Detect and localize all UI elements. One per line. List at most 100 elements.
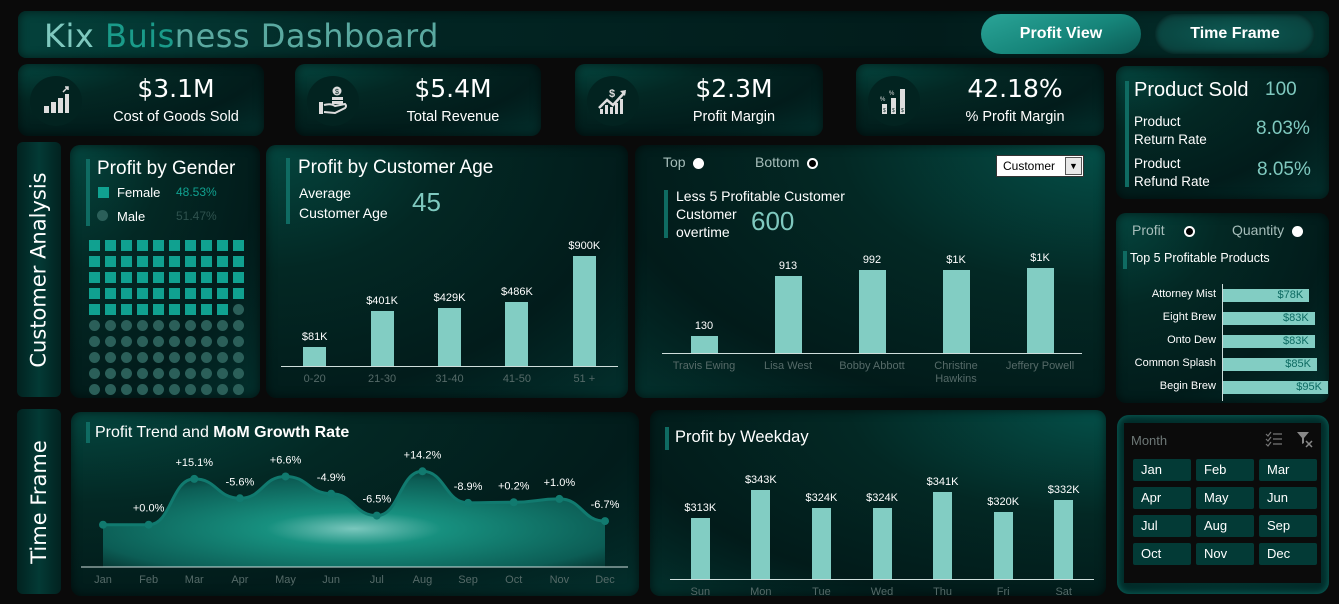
female-square [200, 287, 212, 299]
trend-point [418, 467, 427, 476]
label-line: Product [1134, 114, 1181, 129]
bar [751, 490, 771, 579]
male-dot [88, 319, 100, 331]
svg-text:$: $ [609, 88, 615, 100]
waffle-cell [118, 333, 134, 349]
waffle-cell [214, 333, 230, 349]
growth-rate-label: -4.9% [317, 472, 346, 484]
product-summary-card: Product Sold 100 Product Return Rate 8.03… [1116, 66, 1329, 199]
male-dot [88, 367, 100, 379]
female-square [120, 239, 132, 251]
waffle-cell [134, 349, 150, 365]
bar-value-label: $429K [433, 292, 466, 305]
month-button-feb[interactable]: Feb [1196, 459, 1254, 481]
female-square [120, 303, 132, 315]
clear-filter-icon[interactable] [1296, 431, 1314, 453]
month-button-jan[interactable]: Jan [1133, 459, 1191, 481]
male-dot [152, 383, 164, 395]
waffle-cell [230, 317, 246, 333]
month-button-oct[interactable]: Oct [1133, 543, 1191, 565]
male-dot [88, 351, 100, 363]
waffle-cell [230, 349, 246, 365]
bar-value-label: $1K [946, 253, 966, 266]
bar: $95K [1223, 381, 1328, 394]
male-dot [232, 367, 244, 379]
bar-value-label: $324K [866, 491, 898, 504]
multi-select-icon[interactable] [1265, 431, 1283, 452]
y-tick-label: Attorney Mist [1151, 288, 1216, 300]
female-square [136, 255, 148, 267]
month-button-nov[interactable]: Nov [1196, 543, 1254, 565]
x-tick-label: Sep [458, 574, 478, 586]
x-tick-label: Jan [94, 574, 112, 586]
month-button-jun[interactable]: Jun [1259, 487, 1317, 509]
waffle-cell [182, 381, 198, 397]
bar [690, 336, 718, 353]
kpi-label: % Profit Margin [965, 109, 1065, 125]
male-dot [184, 351, 196, 363]
refund-rate-value: 8.05% [1257, 159, 1311, 180]
month-button-mar[interactable]: Mar [1259, 459, 1317, 481]
month-button-apr[interactable]: Apr [1133, 487, 1191, 509]
age-panel: Profit by Customer Age Average Customer A… [266, 145, 628, 398]
female-square [184, 271, 196, 283]
time-frame-button[interactable]: Time Frame [1155, 14, 1315, 54]
waffle-cell [166, 285, 182, 301]
waffle-cell [134, 365, 150, 381]
waffle-cell [198, 269, 214, 285]
month-button-may[interactable]: May [1196, 487, 1254, 509]
female-square [120, 287, 132, 299]
x-tick-label: Christine Hawkins [934, 360, 978, 385]
month-button-jul[interactable]: Jul [1133, 515, 1191, 537]
trend-point [327, 489, 336, 498]
female-square [216, 255, 228, 267]
female-square [232, 255, 244, 267]
waffle-cell [86, 333, 102, 349]
bar-value-label: $324K [805, 491, 838, 504]
waffle-cell [150, 253, 166, 269]
side-label-text: Time Frame [27, 439, 51, 564]
weekday-bar-chart: $313K Sun $343K Mon $324K Tue $324K Wed $341K Thu… [650, 410, 1106, 598]
male-dot [232, 303, 244, 315]
female-square [168, 255, 180, 267]
month-slicer: Month Jan Feb Mar Apr May Jun Jul Aug Sep Oct Nov D… [1117, 415, 1329, 594]
male-dot [88, 335, 100, 347]
refund-rate-label: Product Refund Rate [1134, 155, 1210, 191]
trend-point [509, 498, 518, 507]
waffle-cell [214, 253, 230, 269]
x-tick-label: May [275, 574, 296, 586]
customer-panel: Top Bottom Customer ▼ Less 5 Profitable C… [635, 145, 1105, 398]
month-button-aug[interactable]: Aug [1196, 515, 1254, 537]
waffle-cell [134, 301, 150, 317]
male-dot [168, 335, 180, 347]
male-dot [216, 319, 228, 331]
waffle-cell [118, 317, 134, 333]
female-square [200, 239, 212, 251]
female-square [104, 239, 116, 251]
female-square [168, 239, 180, 251]
month-button-dec[interactable]: Dec [1259, 543, 1317, 565]
x-tick-label: Jeffery Powell [1005, 360, 1075, 372]
female-square [184, 303, 196, 315]
female-square [152, 239, 164, 251]
profit-view-button[interactable]: Profit View [981, 14, 1141, 54]
products-panel: Profit Quantity Top 5 Profitable Product… [1116, 213, 1329, 403]
bar-value-label: $401K [366, 295, 398, 308]
female-square [216, 239, 228, 251]
male-dot [168, 351, 180, 363]
waffle-cell [230, 333, 246, 349]
male-dot [136, 335, 148, 347]
kpi-card-revenue: $ $5.4M Total Revenue [295, 64, 541, 136]
male-dot [152, 351, 164, 363]
kpi-label: Total Revenue [406, 109, 500, 125]
month-button-sep[interactable]: Sep [1259, 515, 1317, 537]
bar [933, 491, 953, 579]
waffle-cell [182, 285, 198, 301]
male-dot [200, 383, 212, 395]
male-dot [88, 383, 100, 395]
waffle-cell [102, 381, 118, 397]
bar-value-label: $313K [684, 502, 717, 515]
female-square [152, 287, 164, 299]
bar-growth-icon [30, 76, 82, 126]
bar [942, 269, 970, 353]
